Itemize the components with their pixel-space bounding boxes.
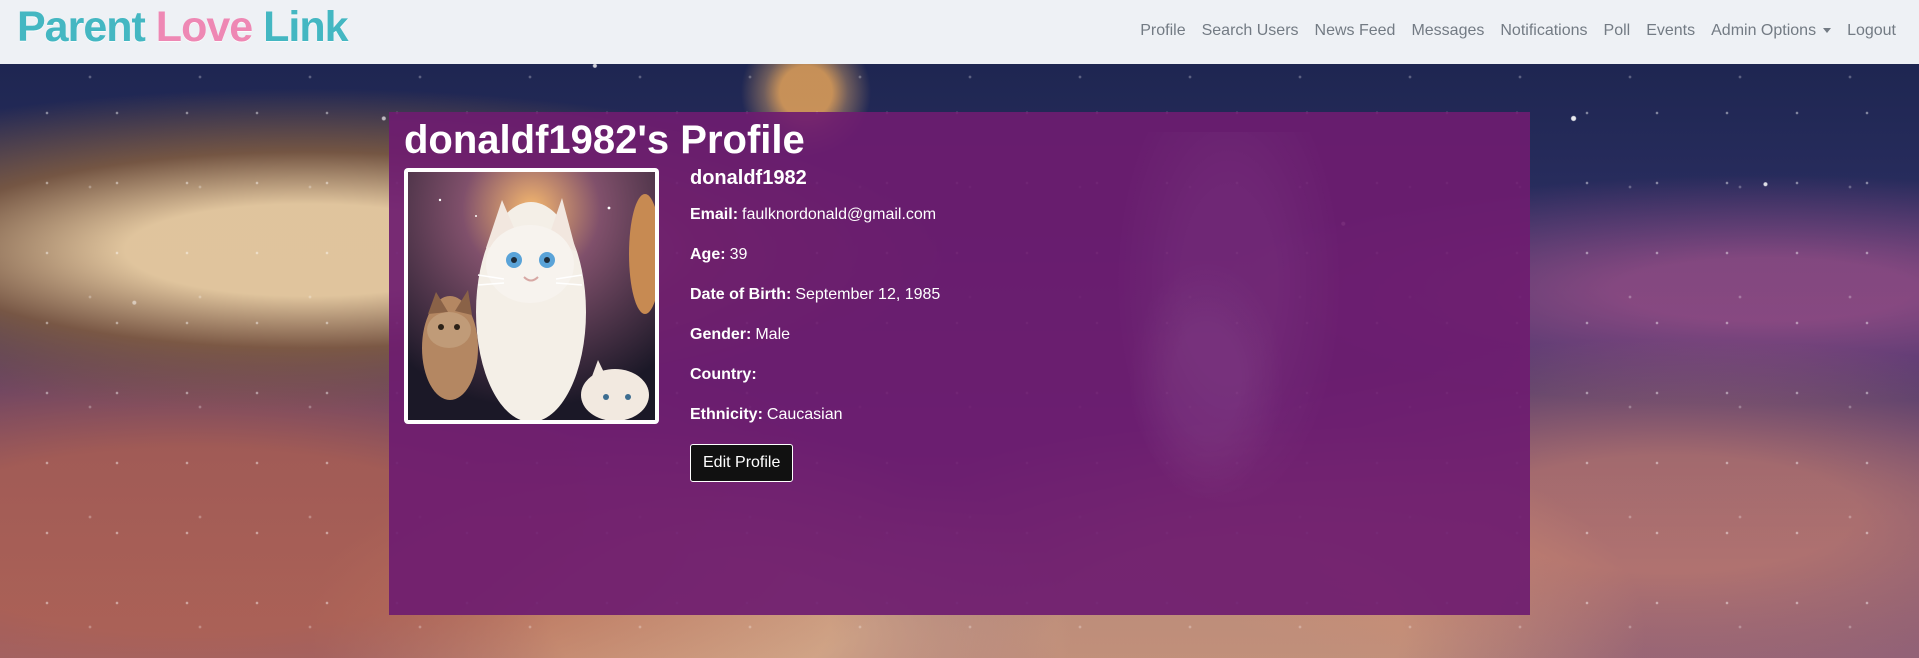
date-of-birth-value: September 12, 1985 [795,286,941,303]
nav-poll[interactable]: Poll [1604,22,1631,40]
country-row: Country: [690,365,761,384]
chevron-down-icon [1823,28,1832,34]
email-label: Email: [690,206,739,223]
ethnicity-label: Ethnicity: [690,406,763,423]
profile-details: donaldf1982 Email: faulknordonald@gmail.c… [690,166,940,482]
top-navbar: Parent Love Link Profile Search Users Ne… [0,0,1919,64]
gender-value: Male [755,326,791,343]
email-row: Email: faulknordonald@gmail.com [690,205,936,224]
profile-username: donaldf1982 [690,167,807,189]
nav-admin-options[interactable]: Admin Options [1711,22,1832,40]
nav-messages[interactable]: Messages [1411,22,1484,40]
date-of-birth-row: Date of Birth: September 12, 1985 [690,285,940,304]
profile-photo [408,172,655,420]
age-value: 39 [729,246,748,263]
nav-news-feed[interactable]: News Feed [1315,22,1396,40]
brand-word-link: Link [263,3,348,51]
brand-logo[interactable]: Parent Love Link [17,3,349,51]
country-label: Country: [690,366,757,383]
edit-profile-button[interactable]: Edit Profile [690,444,794,482]
nav-events[interactable]: Events [1646,22,1695,40]
page-title: donaldf1982's Profile [404,118,805,162]
gender-row: Gender: Male [690,325,790,344]
main-navigation: Profile Search Users News Feed Messages … [1140,22,1896,40]
ethnicity-value: Caucasian [766,406,843,423]
brand-word-parent: Parent [17,3,146,51]
profile-panel: donaldf1982's Profile donaldf1982 Email:… [389,112,1530,615]
age-row: Age: 39 [690,245,747,264]
profile-photo-frame [404,168,659,424]
gender-label: Gender: [690,326,752,343]
nav-search-users[interactable]: Search Users [1202,22,1299,40]
nav-logout[interactable]: Logout [1847,22,1896,40]
ethnicity-row: Ethnicity: Caucasian [690,405,843,424]
email-value: faulknordonald@gmail.com [742,206,937,223]
date-of-birth-label: Date of Birth: [690,286,792,303]
profile-page: Parent Love Link Profile Search Users Ne… [0,0,1919,658]
nav-admin-options-label: Admin Options [1711,22,1817,39]
nav-profile[interactable]: Profile [1140,22,1185,40]
profile-photo-image [408,172,655,420]
nav-notifications[interactable]: Notifications [1500,22,1587,40]
age-label: Age: [690,246,726,263]
brand-word-love: Love [155,3,253,51]
